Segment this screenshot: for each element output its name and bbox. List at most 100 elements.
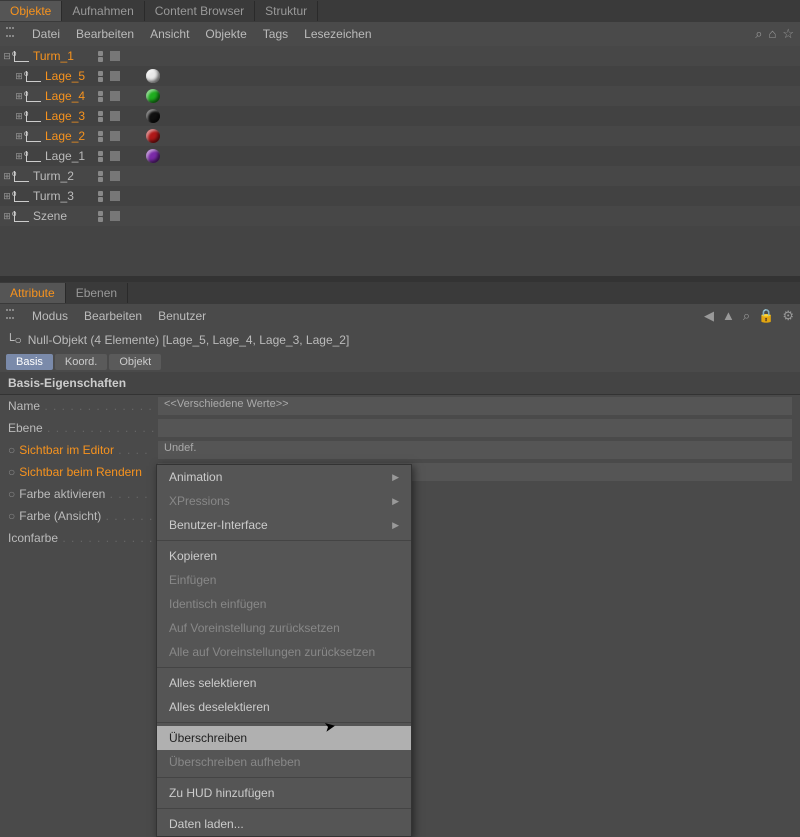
cm-xpressions[interactable]: XPressions▶ — [157, 489, 411, 513]
cm-alle-voreinstellungen-zuruecksetzen[interactable]: Alle auf Voreinstellungen zurücksetzen — [157, 640, 411, 664]
tree-label[interactable]: Turm_3 — [33, 189, 74, 203]
tree-label[interactable]: Turm_2 — [33, 169, 74, 183]
tab-attribute[interactable]: Attribute — [0, 283, 66, 303]
visibility-toggle[interactable] — [98, 131, 108, 142]
visibility-toggle[interactable] — [98, 211, 108, 222]
expander-icon[interactable]: ⊞ — [14, 111, 24, 121]
tree-row-lage4[interactable]: ⊞ Lage_4 — [0, 86, 800, 106]
tab-aufnahmen[interactable]: Aufnahmen — [62, 1, 144, 21]
menu-objekte[interactable]: Objekte — [205, 27, 246, 41]
cm-ueberschreiben-aufheben[interactable]: Überschreiben aufheben — [157, 750, 411, 774]
material-tag[interactable] — [146, 149, 160, 163]
expander-icon[interactable]: ⊞ — [14, 91, 24, 101]
tree-label[interactable]: Lage_3 — [45, 109, 85, 123]
tree-row-turm3[interactable]: ⊞ Turm_3 — [0, 186, 800, 206]
layer-tag[interactable] — [110, 151, 120, 161]
subtab-koord[interactable]: Koord. — [55, 354, 107, 370]
tree-row-lage2[interactable]: ⊞ Lage_2 — [0, 126, 800, 146]
menu-benutzer[interactable]: Benutzer — [158, 309, 206, 323]
tree-row-lage5[interactable]: ⊞ Lage_5 — [0, 66, 800, 86]
material-tag[interactable] — [146, 89, 160, 103]
tree-row-turm2[interactable]: ⊞ Turm_2 — [0, 166, 800, 186]
layer-tag[interactable] — [110, 111, 120, 121]
menu-tags[interactable]: Tags — [263, 27, 288, 41]
visibility-toggle[interactable] — [98, 151, 108, 162]
grip-icon[interactable] — [6, 309, 14, 323]
cm-benutzer-interface[interactable]: Benutzer-Interface▶ — [157, 513, 411, 537]
menu-bearbeiten[interactable]: Bearbeiten — [76, 27, 134, 41]
expander-icon[interactable]: ⊞ — [2, 171, 12, 181]
menu-ansicht[interactable]: Ansicht — [150, 27, 189, 41]
tab-objekte[interactable]: Objekte — [0, 1, 62, 21]
menu-lesezeichen[interactable]: Lesezeichen — [304, 27, 371, 41]
up-icon[interactable]: ▲ — [722, 308, 735, 324]
cm-animation[interactable]: Animation▶ — [157, 465, 411, 489]
cm-zu-hud-hinzufuegen[interactable]: Zu HUD hinzufügen — [157, 781, 411, 805]
layer-tag[interactable] — [110, 191, 120, 201]
expander-icon[interactable]: ⊞ — [14, 131, 24, 141]
menu-datei[interactable]: Datei — [32, 27, 60, 41]
tree-label[interactable]: Lage_4 — [45, 89, 85, 103]
tab-ebenen[interactable]: Ebenen — [66, 283, 128, 303]
cm-identisch-einfuegen[interactable]: Identisch einfügen — [157, 592, 411, 616]
bookmark-icon[interactable]: ☆ — [782, 26, 794, 42]
layer-tag[interactable] — [110, 91, 120, 101]
visibility-toggle[interactable] — [98, 91, 108, 102]
expander-icon[interactable]: ⊞ — [14, 71, 24, 81]
tree-label[interactable]: Lage_1 — [45, 149, 85, 163]
menu-modus[interactable]: Modus — [32, 309, 68, 323]
cm-ueberschreiben[interactable]: Überschreiben — [157, 726, 411, 750]
attribute-tab-row: Attribute Ebenen — [0, 282, 800, 304]
visibility-toggle[interactable] — [98, 51, 108, 62]
subtab-basis[interactable]: Basis — [6, 354, 53, 370]
visibility-toggle[interactable] — [98, 191, 108, 202]
layer-tag[interactable] — [110, 211, 120, 221]
tree-label[interactable]: Lage_2 — [45, 129, 85, 143]
expander-icon[interactable]: ⊞ — [14, 151, 24, 161]
visibility-toggle[interactable] — [98, 171, 108, 182]
subtab-objekt[interactable]: Objekt — [109, 354, 161, 370]
layer-tag[interactable] — [110, 71, 120, 81]
cm-einfuegen[interactable]: Einfügen — [157, 568, 411, 592]
object-tree[interactable]: ⊟ Turm_1 ⊞ Lage_5 ⊞ Lage_4 ⊞ Lage_3 ⊞ La… — [0, 46, 800, 276]
material-tag[interactable] — [146, 109, 160, 123]
material-tag[interactable] — [146, 69, 160, 83]
expander-icon[interactable]: ⊞ — [2, 191, 12, 201]
search-icon[interactable]: ⌕ — [743, 308, 750, 324]
tree-row-szene[interactable]: ⊞ Szene — [0, 206, 800, 226]
expander-icon[interactable]: ⊟ — [2, 51, 12, 61]
prop-value-name[interactable]: <<Verschiedene Werte>> — [158, 397, 792, 415]
home-icon[interactable]: ⌂ — [768, 26, 776, 42]
search-icon[interactable]: ⌕ — [755, 26, 762, 42]
menu-bearbeiten2[interactable]: Bearbeiten — [84, 309, 142, 323]
prop-value-ebene[interactable] — [158, 419, 792, 437]
layer-tag[interactable] — [110, 51, 120, 61]
cm-alles-deselektieren[interactable]: Alles deselektieren — [157, 695, 411, 719]
grip-icon[interactable] — [6, 27, 14, 41]
lock-icon[interactable]: 🔒 — [758, 308, 774, 324]
visibility-toggle[interactable] — [98, 111, 108, 122]
prop-row-ebene: Ebene . . . . . . . . . . . . . . . — [0, 417, 800, 439]
prop-value-sichtbar-editor[interactable]: Undef. — [158, 441, 792, 459]
tree-row-lage1[interactable]: ⊞ Lage_1 — [0, 146, 800, 166]
cm-daten-laden[interactable]: Daten laden... — [157, 812, 411, 836]
null-object-icon — [14, 51, 29, 62]
layer-tag[interactable] — [110, 171, 120, 181]
cm-voreinstellung-zuruecksetzen[interactable]: Auf Voreinstellung zurücksetzen — [157, 616, 411, 640]
material-tag[interactable] — [146, 129, 160, 143]
back-icon[interactable]: ◀ — [704, 308, 714, 324]
null-object-icon — [26, 71, 41, 82]
layer-tag[interactable] — [110, 131, 120, 141]
cm-kopieren[interactable]: Kopieren — [157, 544, 411, 568]
tree-row-turm1[interactable]: ⊟ Turm_1 — [0, 46, 800, 66]
tree-label[interactable]: Lage_5 — [45, 69, 85, 83]
visibility-toggle[interactable] — [98, 71, 108, 82]
tree-label[interactable]: Turm_1 — [33, 49, 74, 63]
expander-icon[interactable]: ⊞ — [2, 211, 12, 221]
gear-icon[interactable]: ⚙ — [782, 308, 794, 324]
tree-row-lage3[interactable]: ⊞ Lage_3 — [0, 106, 800, 126]
tree-label[interactable]: Szene — [33, 209, 67, 223]
cm-alles-selektieren[interactable]: Alles selektieren — [157, 671, 411, 695]
tab-content-browser[interactable]: Content Browser — [145, 1, 255, 21]
tab-struktur[interactable]: Struktur — [255, 1, 318, 21]
